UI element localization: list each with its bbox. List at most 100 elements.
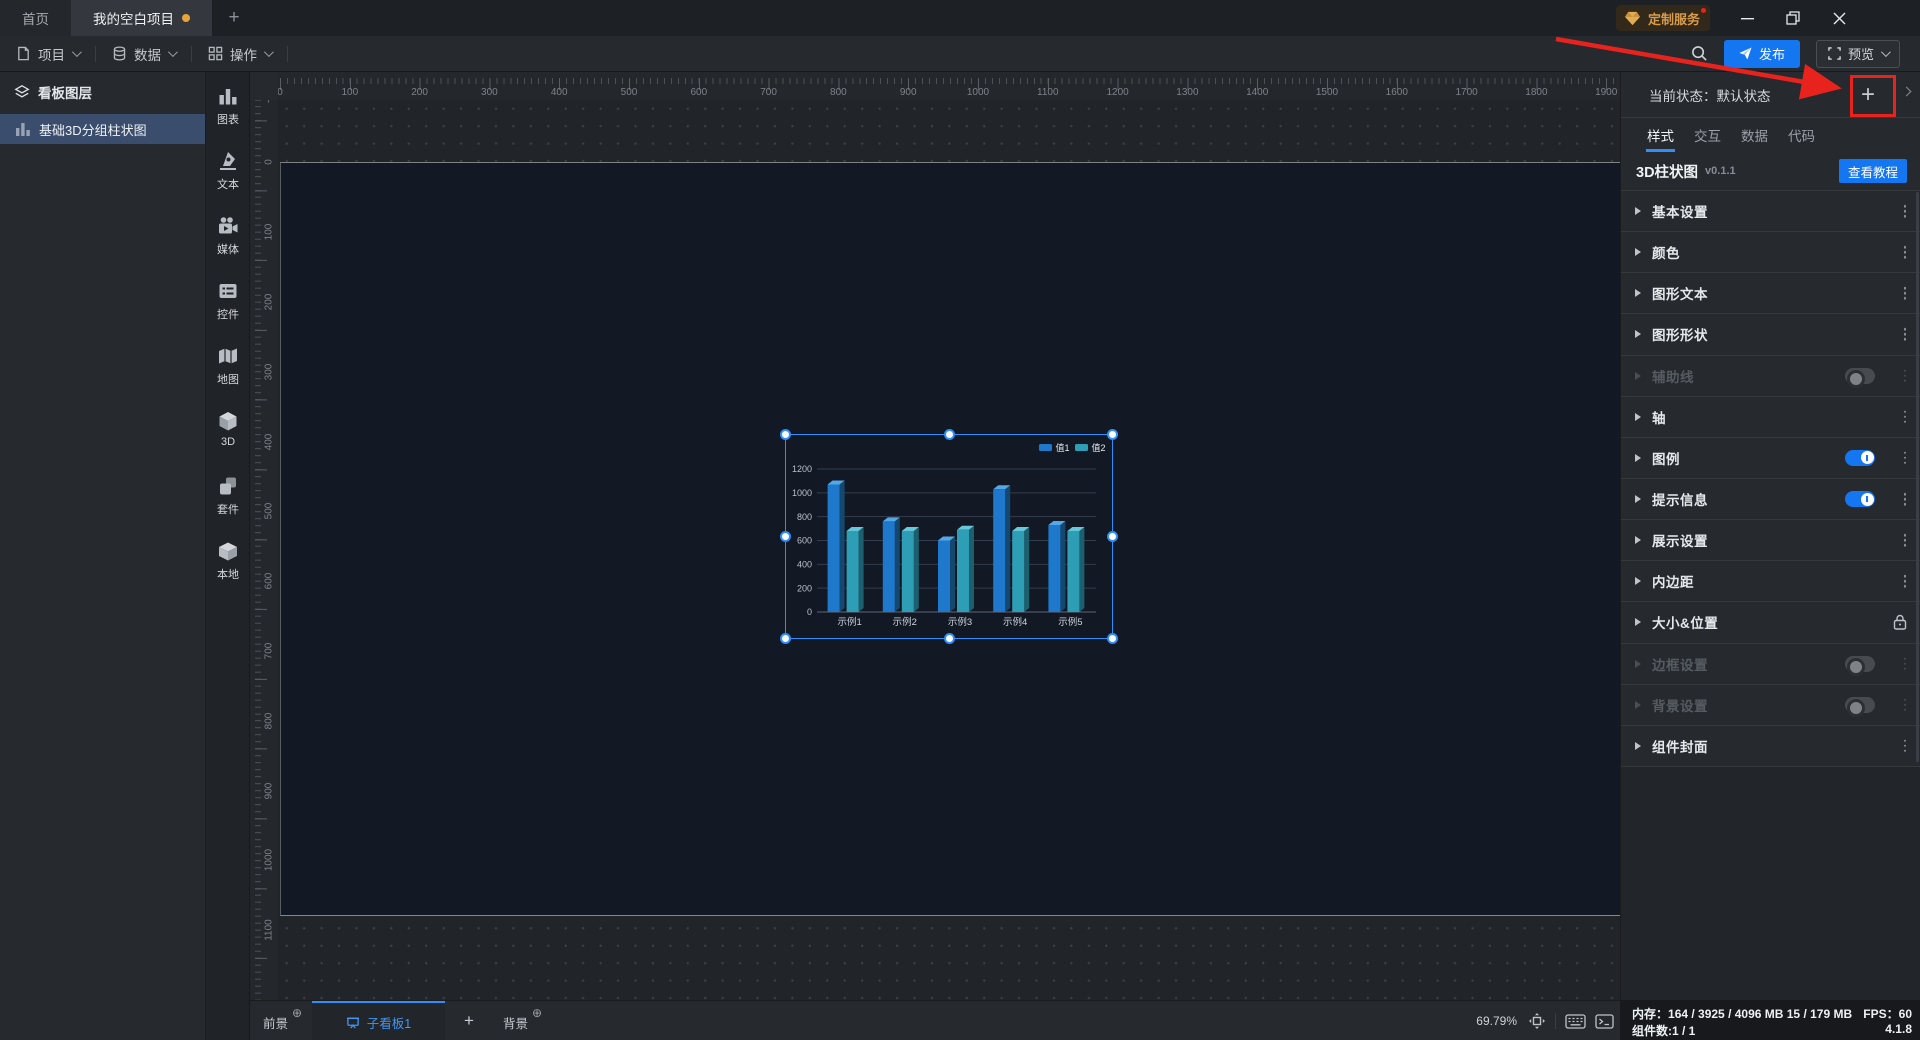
kebab-menu-icon[interactable] — [1903, 328, 1906, 341]
kebab-menu-icon[interactable] — [1903, 287, 1906, 300]
tab-project[interactable]: 我的空白项目 — [71, 0, 212, 36]
resize-handle-sw[interactable] — [780, 633, 791, 644]
inspector-section-row[interactable]: 边框设置 — [1621, 644, 1920, 685]
close-icon[interactable] — [1816, 0, 1862, 36]
add-subboard-button[interactable]: + — [448, 1001, 490, 1040]
inspector-section-row[interactable]: 提示信息 — [1621, 479, 1920, 521]
toolbox: 图表 文本 媒体 控件 地图 3D 套件 本地 — [206, 72, 250, 1040]
kebab-menu-icon[interactable] — [1903, 657, 1906, 670]
inspector-section-row[interactable]: 背景设置 — [1621, 685, 1920, 726]
zoom-level[interactable]: 69.79% — [1476, 1014, 1517, 1028]
resize-handle-s[interactable] — [943, 633, 955, 644]
inspector-section-row[interactable]: 展示设置 — [1621, 520, 1920, 562]
tab-home[interactable]: 首页 — [0, 0, 71, 36]
section-toggle[interactable] — [1845, 655, 1875, 676]
section-toggle[interactable] — [1845, 449, 1875, 466]
add-background-icon[interactable]: ⊕ — [532, 1006, 542, 1020]
kebab-menu-icon[interactable] — [1903, 410, 1906, 424]
premium-service-button[interactable]: 定制服务 — [1615, 5, 1710, 31]
local-box-icon — [217, 540, 239, 562]
toolbox-item-widgets[interactable]: 控件 — [206, 280, 250, 322]
inspector-section-row[interactable]: 基本设置 — [1621, 191, 1920, 233]
inspector-section-row[interactable]: 颜色 — [1621, 232, 1920, 274]
inspector-section-row[interactable]: 大小&位置 — [1621, 602, 1920, 644]
terminal-icon[interactable] — [1595, 1013, 1614, 1029]
section-label: 组件封面 — [1652, 739, 1708, 755]
layer-item-selected[interactable]: 基础3D分组柱状图 — [0, 114, 205, 144]
toolbox-item-local[interactable]: 本地 — [206, 540, 250, 582]
toolbox-item-charts[interactable]: 图表 — [206, 85, 250, 127]
foreground-label[interactable]: 前景 — [263, 1013, 288, 1032]
menu-data[interactable]: 数据 — [96, 36, 191, 71]
kebab-menu-icon[interactable] — [1903, 739, 1906, 753]
fit-view-icon[interactable] — [1528, 1012, 1546, 1030]
tab-code[interactable]: 代码 — [1787, 118, 1816, 152]
component-version: v0.1.1 — [1705, 165, 1736, 177]
inspector-section-row[interactable]: 图形文本 — [1621, 273, 1920, 315]
layers-panel-title: 看板图层 — [38, 86, 92, 101]
section-toggle[interactable] — [1845, 367, 1875, 388]
resize-handle-ne[interactable] — [1107, 429, 1118, 440]
tab-data[interactable]: 数据 — [1740, 118, 1769, 152]
kebab-menu-icon[interactable] — [1903, 204, 1906, 218]
caret-right-icon — [1635, 330, 1641, 339]
menu-operations-label: 操作 — [230, 47, 257, 63]
inspector-scrollbar[interactable] — [1916, 192, 1919, 762]
kit-icon — [217, 475, 239, 497]
toolbox-item-3d[interactable]: 3D — [206, 410, 250, 448]
toolbox-item-media[interactable]: 媒体 — [206, 215, 250, 257]
menu-operations[interactable]: 操作 — [192, 36, 287, 71]
add-foreground-icon[interactable]: ⊕ — [292, 1006, 302, 1020]
chevron-right-icon[interactable] — [1901, 86, 1912, 97]
toolbox-item-kits[interactable]: 套件 — [206, 475, 250, 517]
view-tutorial-button[interactable]: 查看教程 — [1838, 159, 1907, 183]
inspector-section-row[interactable]: 图形形状 — [1621, 314, 1920, 356]
premium-service-label: 定制服务 — [1647, 11, 1700, 27]
inspector-section-row[interactable]: 图例 — [1621, 438, 1920, 479]
preview-button[interactable]: 预览 — [1815, 39, 1900, 68]
search-icon[interactable] — [1691, 45, 1708, 62]
toolbox-item-text[interactable]: 文本 — [206, 150, 250, 192]
canvas-area[interactable]: 0 100 200 300 400 500 600 700 800 900 1000 1100 1200… — [250, 72, 1620, 1000]
svg-text:1200: 1200 — [792, 464, 812, 474]
resize-handle-e[interactable] — [1107, 531, 1118, 542]
menu-project[interactable]: 项目 — [0, 36, 95, 71]
kebab-menu-icon[interactable] — [1903, 245, 1906, 259]
section-toggle[interactable] — [1845, 491, 1875, 508]
chevron-down-icon — [263, 47, 274, 58]
toolbox-item-map[interactable]: 地图 — [206, 345, 250, 387]
add-state-button[interactable]: + — [1848, 76, 1888, 114]
resize-handle-se[interactable] — [1107, 633, 1118, 644]
resize-handle-n[interactable] — [943, 429, 955, 440]
subboard-tab[interactable]: 子看板1 — [312, 1001, 445, 1040]
section-toggle[interactable] — [1845, 696, 1875, 717]
inspector-section-row[interactable]: 轴 — [1621, 397, 1920, 438]
new-tab-button[interactable]: + — [212, 0, 256, 36]
toolbox-label: 媒体 — [217, 244, 239, 256]
inspector-section-row[interactable]: 内边距 — [1621, 561, 1920, 603]
resize-handle-nw[interactable] — [780, 429, 791, 440]
kebab-menu-icon[interactable] — [1903, 369, 1906, 382]
kebab-menu-icon[interactable] — [1903, 698, 1906, 711]
pen-icon — [217, 150, 239, 172]
tab-interaction[interactable]: 交互 — [1693, 118, 1722, 152]
kebab-menu-icon[interactable] — [1903, 575, 1906, 588]
kebab-menu-icon[interactable] — [1903, 533, 1906, 547]
selected-chart-component[interactable]: 0 200 400 600 800 1000 1200 示例1 示例2 示例3 示例4 示例5 值1 值2 — [780, 429, 1118, 644]
chevron-down-icon — [71, 47, 82, 58]
video-camera-icon — [217, 215, 239, 237]
kebab-menu-icon[interactable] — [1903, 451, 1906, 465]
kebab-menu-icon[interactable] — [1903, 492, 1906, 506]
resize-handle-w[interactable] — [780, 531, 791, 542]
publish-button[interactable]: 发布 — [1723, 39, 1800, 68]
maximize-button[interactable] — [1770, 0, 1816, 36]
minimize-button[interactable] — [1724, 0, 1770, 36]
background-label[interactable]: 背景 — [503, 1013, 528, 1032]
document-icon — [16, 46, 31, 61]
lock-icon[interactable] — [1892, 614, 1908, 631]
components-count-label: 组件数: — [1632, 1024, 1672, 1038]
tab-style[interactable]: 样式 — [1646, 118, 1675, 152]
keyboard-icon[interactable] — [1565, 1013, 1586, 1029]
inspector-section-row[interactable]: 辅助线 — [1621, 356, 1920, 397]
inspector-section-row[interactable]: 组件封面 — [1621, 726, 1920, 767]
